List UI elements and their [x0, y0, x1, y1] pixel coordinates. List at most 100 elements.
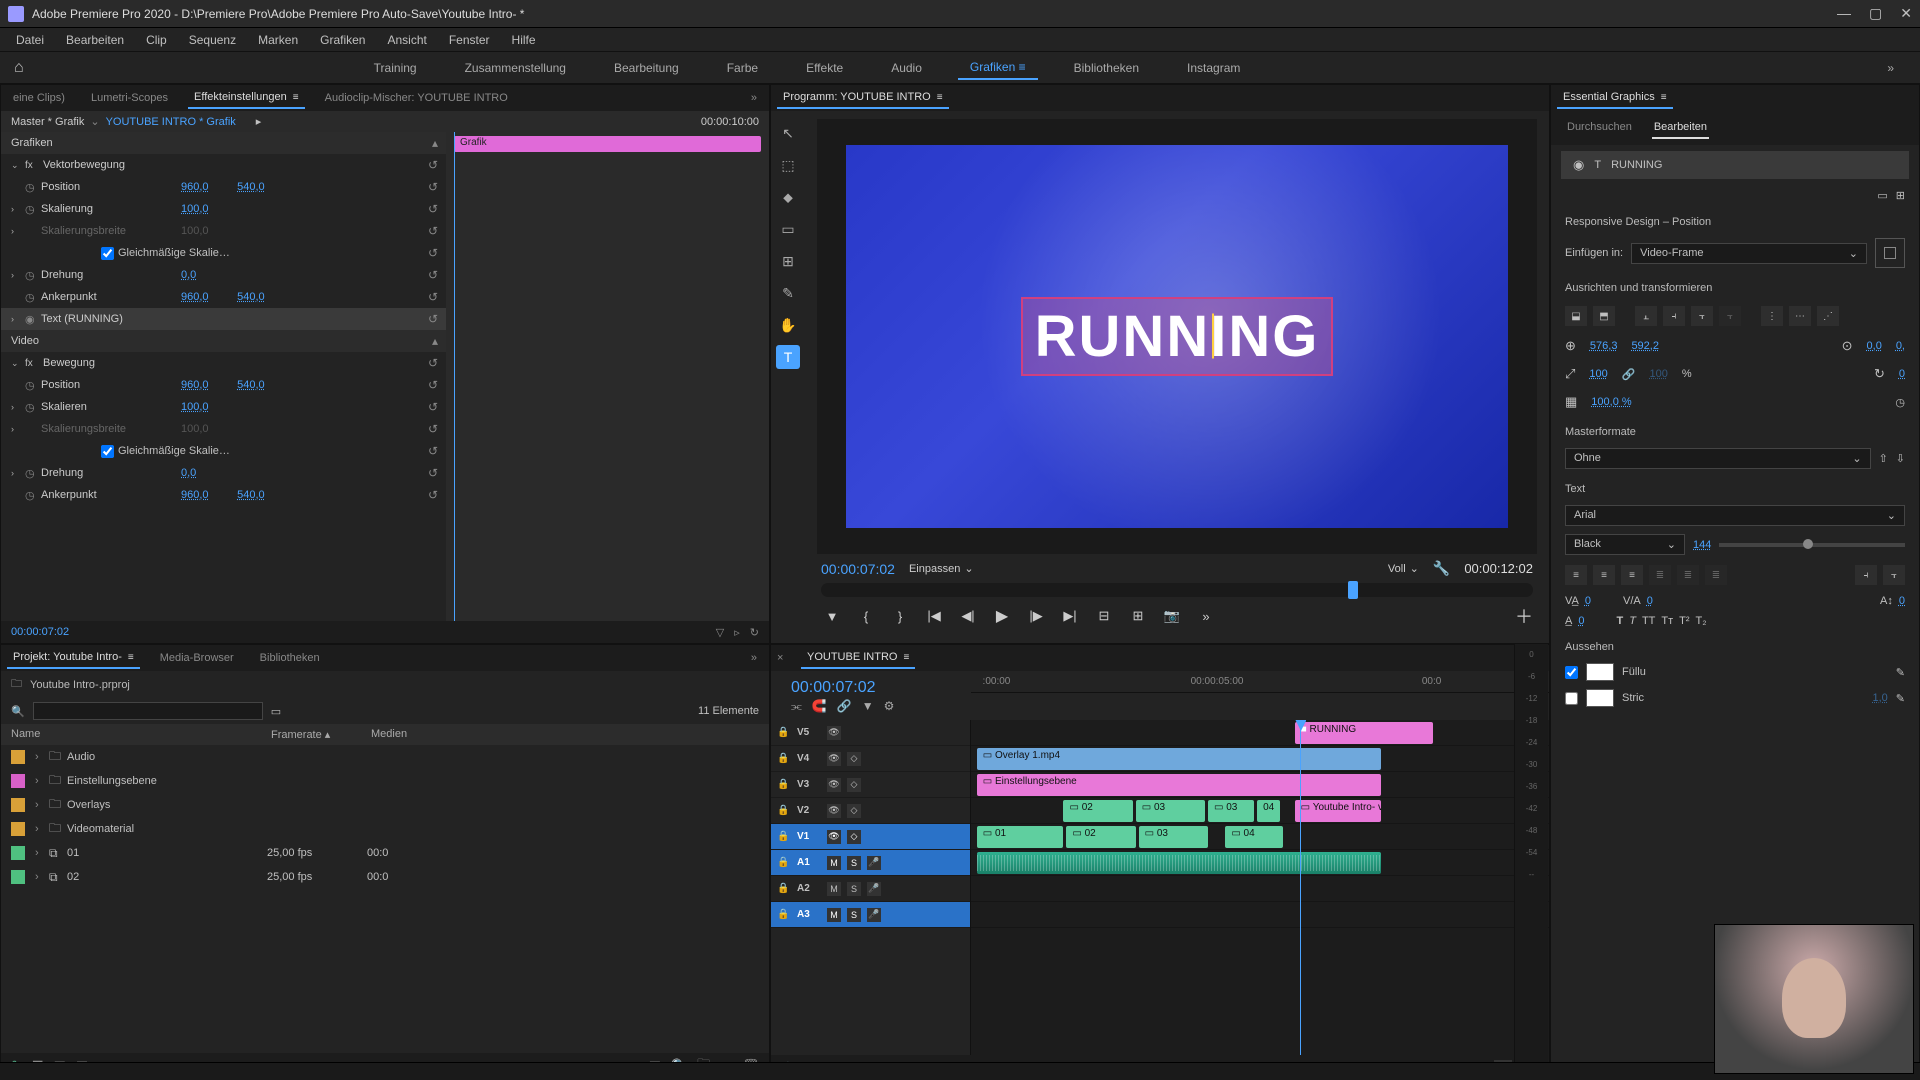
stroke-width[interactable]: 1,0	[1872, 692, 1887, 704]
font-size-slider[interactable]	[1719, 543, 1905, 547]
panel-menu-icon[interactable]: ≡	[128, 652, 134, 663]
reset-icon[interactable]: ↺	[428, 290, 438, 304]
playhead-marker-icon[interactable]: ▸	[256, 115, 262, 128]
faux-italic-icon[interactable]: T	[1629, 615, 1636, 627]
reset-icon[interactable]: ↺	[428, 378, 438, 392]
program-canvas[interactable]: RUNNING	[817, 119, 1537, 554]
ellipse-tool[interactable]: ⊞	[776, 249, 800, 273]
uniform-scale-checkbox-2[interactable]	[101, 445, 114, 458]
reset-icon[interactable]: ↺	[428, 180, 438, 194]
eg-opacity[interactable]: 100,0 %	[1591, 396, 1631, 408]
lock-icon[interactable]: 🔒	[777, 727, 791, 738]
timeline-ruler[interactable]: :00:00 00:00:05:00 00:0	[971, 671, 1549, 693]
new-layer-icon[interactable]: ▭	[1877, 189, 1887, 202]
workspace-instagram[interactable]: Instagram	[1175, 57, 1252, 79]
text-justify-3-icon[interactable]: ≣	[1705, 565, 1727, 585]
panel-menu-icon[interactable]: ≡	[903, 652, 909, 663]
reset-icon[interactable]: ↺	[428, 400, 438, 414]
track-header-v3[interactable]: 🔒 V3 👁 ◇	[771, 772, 970, 798]
mute-button[interactable]: M	[827, 908, 841, 922]
menu-sequenz[interactable]: Sequenz	[179, 31, 246, 49]
tab-lumetri-scopes[interactable]: Lumetri-Scopes	[85, 88, 174, 108]
project-row[interactable]: › 🗀 Einstellungsebene	[1, 769, 769, 793]
text-justify-icon[interactable]: ≣	[1649, 565, 1671, 585]
video-frame[interactable]: RUNNING	[846, 145, 1508, 528]
collapse-icon[interactable]: ▴	[432, 136, 438, 150]
tab-project[interactable]: Projekt: Youtube Intro-≡	[7, 647, 140, 669]
text-align-right-icon[interactable]: ≡	[1621, 565, 1643, 585]
lock-icon[interactable]: 🔒	[777, 779, 791, 790]
expand-icon[interactable]: ›	[35, 823, 49, 835]
voice-over-icon[interactable]: 🎤	[867, 856, 881, 870]
workspace-grafiken[interactable]: Grafiken ≡	[958, 56, 1038, 80]
expand-icon[interactable]: ›	[35, 871, 49, 883]
project-row[interactable]: › ⧉ 01 25,00 fps 00:0	[1, 841, 769, 865]
visibility-icon[interactable]: ◉	[1573, 157, 1584, 173]
snap-icon[interactable]: 🧲	[812, 699, 827, 714]
selection-tool[interactable]: ↖	[776, 121, 800, 145]
prop-drehung-2-value[interactable]: 0,0	[181, 467, 231, 479]
col-medien[interactable]: Medien	[371, 728, 407, 741]
play-button[interactable]: ▶	[991, 605, 1013, 627]
eyedropper-icon[interactable]: ✎	[1896, 692, 1905, 705]
lock-icon[interactable]: 🔒	[777, 909, 791, 920]
stopwatch-icon[interactable]: ◷	[25, 379, 41, 392]
reset-icon[interactable]: ↺	[428, 466, 438, 480]
solo-button[interactable]: S	[847, 882, 861, 896]
eyedropper-icon[interactable]: ✎	[1896, 666, 1905, 679]
loop-icon[interactable]: ↻	[750, 626, 759, 639]
project-row[interactable]: › ⧉ 02 25,00 fps 00:0	[1, 865, 769, 889]
voice-over-icon[interactable]: 🎤	[867, 908, 881, 922]
tab-sequence[interactable]: YOUTUBE INTRO≡	[801, 647, 915, 669]
tracking-value[interactable]: 0	[1585, 595, 1591, 607]
font-size-value[interactable]: 144	[1693, 539, 1711, 551]
tab-source-clips[interactable]: eine Clips)	[7, 88, 71, 108]
workspace-overflow-icon[interactable]: »	[1875, 57, 1906, 79]
workspace-bearbeitung[interactable]: Bearbeitung	[602, 57, 691, 79]
track-header-v2[interactable]: 🔒 V2 👁 ◇	[771, 798, 970, 824]
text-align-left-icon[interactable]: ≡	[1565, 565, 1587, 585]
stroke-color-swatch[interactable]	[1586, 689, 1614, 707]
expand-icon[interactable]: ›	[35, 847, 49, 859]
stopwatch-icon[interactable]: ◷	[25, 489, 41, 502]
lock-icon[interactable]: 🔒	[777, 831, 791, 842]
menu-grafiken[interactable]: Grafiken	[310, 31, 375, 49]
panel-menu-icon[interactable]: ≡	[937, 92, 943, 103]
marker-icon[interactable]: ▼	[862, 699, 874, 714]
filter-icon[interactable]: ▽	[716, 626, 724, 639]
eg-rotation[interactable]: 0	[1899, 368, 1905, 380]
effect-playhead[interactable]	[454, 132, 455, 621]
prop-anker2-y[interactable]: 540,0	[237, 489, 287, 501]
filter-icon[interactable]: ▭	[271, 705, 281, 718]
reset-icon[interactable]: ↺	[428, 422, 438, 436]
allcaps-icon[interactable]: TT	[1642, 615, 1655, 627]
project-row[interactable]: › 🗀 Overlays	[1, 793, 769, 817]
sync-lock-icon[interactable]: ◇	[847, 752, 861, 766]
effect-current-tc[interactable]: 00:00:07:02	[11, 626, 69, 638]
panel-menu-icon[interactable]: ≡	[1661, 92, 1667, 103]
stopwatch-icon[interactable]: ◷	[25, 467, 41, 480]
align-middle-icon[interactable]: ⫞	[1663, 306, 1685, 326]
program-scrubber[interactable]	[821, 583, 1533, 597]
tab-essential-graphics[interactable]: Essential Graphics≡	[1557, 87, 1673, 109]
track-header-v1[interactable]: 🔒 V1 👁 ◇	[771, 824, 970, 850]
type-tool[interactable]: T	[776, 345, 800, 369]
expand-icon[interactable]: ›	[35, 799, 49, 811]
menu-marken[interactable]: Marken	[248, 31, 308, 49]
tab-audioclip-mischer[interactable]: Audioclip-Mischer: YOUTUBE INTRO	[319, 88, 514, 108]
timeline-playhead[interactable]	[1300, 720, 1301, 1055]
chevron-down-icon[interactable]: ⌄	[90, 115, 99, 128]
zoom-fit-select[interactable]: Einpassen ⌄	[909, 562, 974, 575]
button-editor-icon[interactable]: ＋	[1515, 603, 1533, 629]
eg-anch-y[interactable]: 0,	[1896, 340, 1905, 352]
timeline-current-tc[interactable]: 00:00:07:02	[781, 677, 961, 699]
prop-pos2-x[interactable]: 960,0	[181, 379, 231, 391]
lock-icon[interactable]: 🔒	[777, 883, 791, 894]
home-icon[interactable]: ⌂	[14, 59, 24, 77]
track-header-v4[interactable]: 🔒 V4 👁 ◇	[771, 746, 970, 772]
align-top-icon[interactable]: ⫠	[1635, 306, 1657, 326]
sequence-clip-label[interactable]: YOUTUBE INTRO * Grafik	[106, 116, 236, 128]
kerning-value[interactable]: 0	[1647, 595, 1653, 607]
solo-button[interactable]: S	[847, 908, 861, 922]
prop-position-x[interactable]: 960,0	[181, 181, 231, 193]
